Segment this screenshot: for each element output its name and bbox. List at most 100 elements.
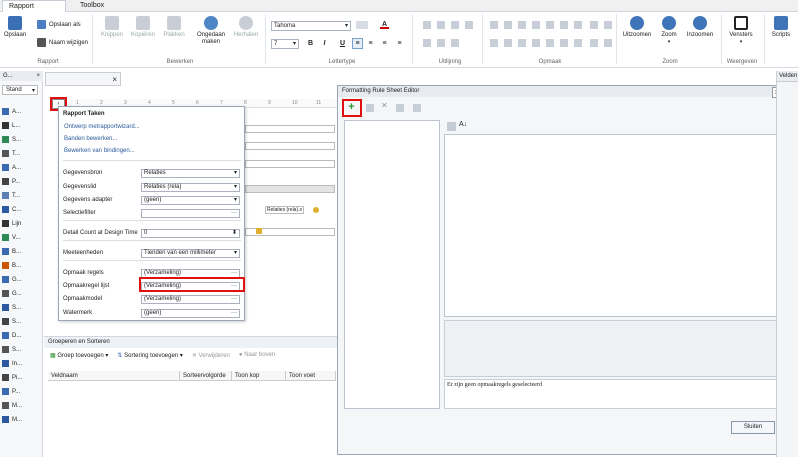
copy-rule-icon[interactable] <box>366 104 374 112</box>
popup-row-field[interactable]: 0 ⬍ <box>141 229 240 238</box>
zoom-in-button[interactable]: Inzoomen <box>685 16 715 39</box>
toolbox-item[interactable]: S... <box>2 345 21 354</box>
copy-button[interactable]: Kopiëren <box>129 16 157 39</box>
remove-vertical-spacing-icon[interactable] <box>532 39 540 47</box>
vertical-spacing-increase-icon[interactable] <box>504 39 512 47</box>
toolbox-item[interactable]: D... <box>2 331 21 340</box>
vertical-spacing-equal-icon[interactable] <box>490 39 498 47</box>
popup-row-field[interactable]: (Verzameling) ··· <box>141 295 240 304</box>
make-same-height-icon[interactable] <box>504 21 512 29</box>
toolbox-item[interactable]: P... <box>2 177 20 186</box>
toolbox-item[interactable]: B... <box>2 261 21 270</box>
toolbox-category-dropdown[interactable]: Stand ▾ <box>2 85 38 95</box>
categorized-icon[interactable] <box>447 122 456 131</box>
cut-button[interactable]: Knippen <box>99 16 125 39</box>
align-middles-icon[interactable] <box>423 39 431 47</box>
column-header-toon-kop[interactable]: Toon kop <box>232 371 286 381</box>
report-band[interactable] <box>245 160 335 168</box>
fields-panel-tab[interactable]: Velden <box>777 71 798 82</box>
rename-button[interactable]: Naam wijzigen <box>37 38 88 47</box>
save-as-button[interactable]: Opslaan als <box>37 20 81 29</box>
document-tab[interactable]: × <box>45 72 121 86</box>
smart-tag-icon[interactable] <box>313 207 319 213</box>
bold-icon[interactable]: B <box>306 39 315 48</box>
zoom-button[interactable]: Zoom ▾ <box>657 16 681 46</box>
horizontal-spacing-increase-icon[interactable] <box>560 21 568 29</box>
align-left-icon[interactable]: ≡ <box>352 38 363 49</box>
align-right-icon[interactable]: ≡ <box>380 39 389 48</box>
grid-view-icon[interactable] <box>413 104 421 112</box>
tab-rapport-ontwerper[interactable]: Rapport ontwerper <box>2 0 66 22</box>
toolbox-item[interactable]: S... <box>2 317 21 326</box>
toolbox-item[interactable]: B... <box>2 247 21 256</box>
toolbox-item[interactable]: S... <box>2 135 21 144</box>
toolbox-item[interactable]: Lijn <box>2 219 21 228</box>
windows-button[interactable]: Vensters ▾ <box>726 16 756 46</box>
toolbox-item[interactable]: L... <box>2 121 20 130</box>
justify-icon[interactable]: ≡ <box>395 39 404 48</box>
rules-list[interactable] <box>344 120 440 409</box>
close-icon[interactable]: × <box>112 75 117 84</box>
horizontal-spacing-decrease-icon[interactable] <box>574 21 582 29</box>
delete-button[interactable]: ✕ Verwijderen <box>192 352 230 359</box>
send-to-back-icon[interactable] <box>604 21 612 29</box>
paste-button[interactable]: Plakken <box>161 16 187 39</box>
align-bottoms-icon[interactable] <box>437 39 445 47</box>
popup-row-field[interactable]: Relaties ▾ <box>141 169 240 178</box>
center-vertically-icon[interactable] <box>560 39 568 47</box>
center-horizontally-icon[interactable] <box>546 39 554 47</box>
popup-row-field[interactable]: Tienden van een millimeter ▾ <box>141 249 240 258</box>
align-center-icon[interactable]: ≡ <box>366 39 375 48</box>
send-backward-icon[interactable] <box>604 39 612 47</box>
size-to-grid-icon[interactable] <box>590 39 598 47</box>
toolbox-item[interactable]: G... <box>2 289 22 298</box>
toolbox-item[interactable]: P... <box>2 387 20 396</box>
edit-bands-link[interactable]: Banden bewerken... <box>64 136 117 142</box>
toolbox-item[interactable]: In... <box>2 359 22 368</box>
scripts-button[interactable]: Scripts <box>766 16 796 39</box>
undo-button[interactable]: Ongedaan maken <box>193 16 229 46</box>
underline-icon[interactable]: U <box>338 39 347 48</box>
make-same-width-icon[interactable] <box>490 21 498 29</box>
add-sort-button[interactable]: ⇅ Sortering toevoegen ▾ <box>117 352 182 359</box>
column-header-sorteervolgorde[interactable]: Sorteervolgorde <box>180 371 232 381</box>
align-centers-icon[interactable] <box>437 21 445 29</box>
align-to-grid-icon[interactable] <box>451 39 459 47</box>
toolbox-item[interactable]: S... <box>2 303 21 312</box>
toolbox-item[interactable]: A... <box>2 163 21 172</box>
popup-row-field[interactable]: ··· <box>141 209 240 218</box>
zoom-out-button[interactable]: Uitzoomen <box>621 16 653 39</box>
align-to-grid-icon[interactable] <box>574 39 582 47</box>
report-wizard-link[interactable]: Ontwerp metrapportwizard... <box>64 124 140 130</box>
toolbox-item[interactable]: V... <box>2 233 20 242</box>
close-button[interactable]: Sluiten <box>731 421 775 434</box>
toolbox-item[interactable]: M... <box>2 415 22 424</box>
make-same-size-icon[interactable] <box>518 21 526 29</box>
popup-row-field[interactable]: Relaties (rela) ▾ <box>141 183 240 192</box>
font-grow-icon[interactable] <box>356 21 368 29</box>
toolbox-item[interactable]: Pi... <box>2 373 22 382</box>
property-grid[interactable] <box>444 134 782 317</box>
tab-toolbox[interactable]: Toolbox <box>74 0 108 12</box>
add-group-button[interactable]: ▦ Groep toevoegen ▾ <box>50 352 108 359</box>
font-family-combo[interactable]: Tahoma ▾ <box>271 21 351 31</box>
move-up-button[interactable]: ● Naar boven <box>239 352 275 359</box>
toolbox-item[interactable]: C... <box>2 205 21 214</box>
smart-tag-icon[interactable] <box>256 228 262 234</box>
save-button[interactable]: Opslaan <box>3 16 27 39</box>
toolbox-item[interactable]: M... <box>2 401 22 410</box>
report-band[interactable] <box>245 125 335 133</box>
align-tops-icon[interactable] <box>465 21 473 29</box>
popup-row-field[interactable]: (geen) ▾ <box>141 196 240 205</box>
report-band[interactable] <box>245 185 335 193</box>
vertical-spacing-decrease-icon[interactable] <box>518 39 526 47</box>
popup-row-field[interactable]: (geen) ··· <box>141 309 240 318</box>
horizontal-spacing-equal-icon[interactable] <box>546 21 554 29</box>
close-icon[interactable]: × <box>36 71 40 81</box>
bring-to-front-icon[interactable] <box>590 21 598 29</box>
italic-icon[interactable]: I <box>320 39 329 48</box>
sort-alphabetical-icon[interactable]: A↓ <box>459 121 467 128</box>
font-color-icon[interactable]: A <box>380 20 389 29</box>
toolbox-item[interactable]: A... <box>2 107 21 116</box>
toolbox-item[interactable]: T... <box>2 191 20 200</box>
